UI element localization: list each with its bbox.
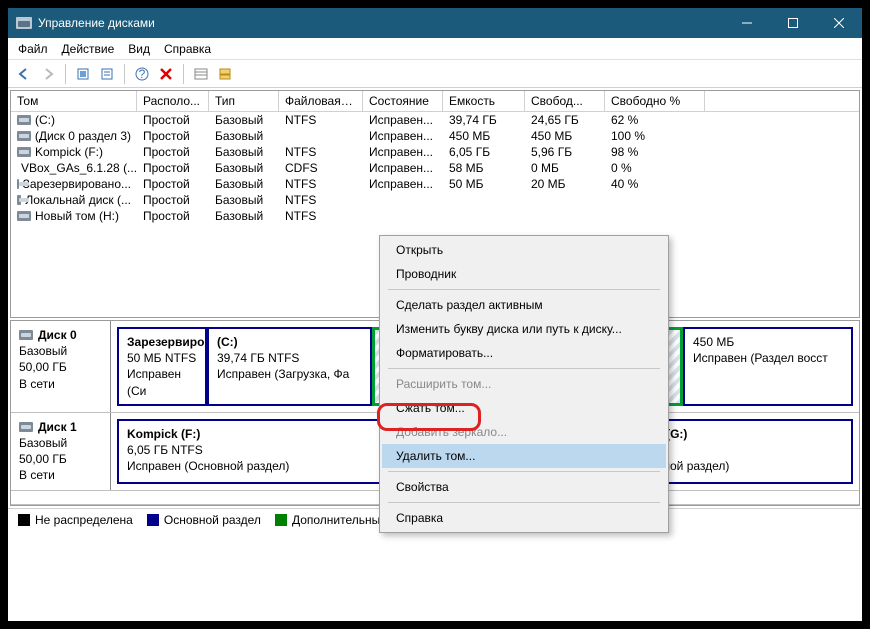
table-row[interactable]: Новый том (H:)ПростойБазовыйNTFS <box>11 208 859 224</box>
refresh-icon[interactable] <box>73 64 93 84</box>
col-type[interactable]: Тип <box>209 91 279 111</box>
toolbar: ? <box>8 60 862 88</box>
ctx-shrink[interactable]: Сжать том... <box>382 396 666 420</box>
partition-c[interactable]: (C:) 39,74 ГБ NTFS Исправен (Загрузка, Ф… <box>207 327 372 406</box>
menu-file[interactable]: Файл <box>18 42 48 56</box>
maximize-button[interactable] <box>770 8 816 38</box>
disk-icon <box>19 422 33 432</box>
ctx-letter[interactable]: Изменить букву диска или путь к диску... <box>382 317 666 341</box>
context-menu: Открыть Проводник Сделать раздел активны… <box>379 235 669 533</box>
title-bar: Управление дисками <box>8 8 862 38</box>
ctx-open[interactable]: Открыть <box>382 238 666 262</box>
list-icon[interactable] <box>191 64 211 84</box>
disk-management-window: Управление дисками Файл Действие Вид Спр… <box>8 8 862 621</box>
disk-icon <box>17 179 19 189</box>
table-row[interactable]: Kompick (F:)ПростойБазовыйNTFSИсправен..… <box>11 144 859 160</box>
app-icon <box>16 17 32 29</box>
ctx-delete-volume[interactable]: Удалить том... <box>382 444 666 468</box>
disk-0-label[interactable]: Диск 0 Базовый 50,00 ГБ В сети <box>11 321 111 412</box>
menu-view[interactable]: Вид <box>128 42 150 56</box>
delete-icon[interactable] <box>156 64 176 84</box>
table-row[interactable]: (Диск 0 раздел 3)ПростойБазовыйИсправен.… <box>11 128 859 144</box>
col-volume[interactable]: Том <box>11 91 137 111</box>
disk-icon <box>17 131 31 141</box>
ctx-format[interactable]: Форматировать... <box>382 341 666 365</box>
ctx-mirror: Добавить зеркало... <box>382 420 666 444</box>
ctx-explorer[interactable]: Проводник <box>382 262 666 286</box>
disk-icon <box>17 147 31 157</box>
disk-1-label[interactable]: Диск 1 Базовый 50,00 ГБ В сети <box>11 413 111 490</box>
col-freepct[interactable]: Свободно % <box>605 91 705 111</box>
back-icon[interactable] <box>14 64 34 84</box>
ctx-properties[interactable]: Свойства <box>382 475 666 499</box>
disk-icon <box>17 115 31 125</box>
disk-icon <box>19 330 33 340</box>
disk-icon <box>17 211 31 221</box>
col-state[interactable]: Состояние <box>363 91 443 111</box>
col-free[interactable]: Свобод... <box>525 91 605 111</box>
disk-icon <box>17 195 21 205</box>
col-layout[interactable]: Располо... <box>137 91 209 111</box>
svg-text:?: ? <box>139 67 146 81</box>
table-row[interactable]: VBox_GAs_6.1.28 (...ПростойБазовыйCDFSИс… <box>11 160 859 176</box>
minimize-button[interactable] <box>724 8 770 38</box>
menu-bar: Файл Действие Вид Справка <box>8 38 862 60</box>
forward-icon[interactable] <box>38 64 58 84</box>
ctx-active[interactable]: Сделать раздел активным <box>382 293 666 317</box>
properties-icon[interactable] <box>97 64 117 84</box>
table-row[interactable]: Зарезервировано...ПростойБазовыйNTFSИспр… <box>11 176 859 192</box>
partition-recovery[interactable]: 450 МБ Исправен (Раздел восст <box>683 327 853 406</box>
partition-reserved[interactable]: Зарезервиро 50 МБ NTFS Исправен (Си <box>117 327 207 406</box>
table-row[interactable]: (C:)ПростойБазовыйNTFSИсправен...39,74 Г… <box>11 112 859 128</box>
table-header: Том Располо... Тип Файловая с... Состоян… <box>11 91 859 112</box>
col-capacity[interactable]: Емкость <box>443 91 525 111</box>
close-button[interactable] <box>816 8 862 38</box>
tile-icon[interactable] <box>215 64 235 84</box>
help-icon[interactable]: ? <box>132 64 152 84</box>
window-title: Управление дисками <box>38 16 155 30</box>
menu-action[interactable]: Действие <box>62 42 115 56</box>
table-row[interactable]: Локальнай диск (...ПростойБазовыйNTFS <box>11 192 859 208</box>
ctx-extend: Расширить том... <box>382 372 666 396</box>
col-fs[interactable]: Файловая с... <box>279 91 363 111</box>
menu-help[interactable]: Справка <box>164 42 211 56</box>
ctx-help[interactable]: Справка <box>382 506 666 530</box>
